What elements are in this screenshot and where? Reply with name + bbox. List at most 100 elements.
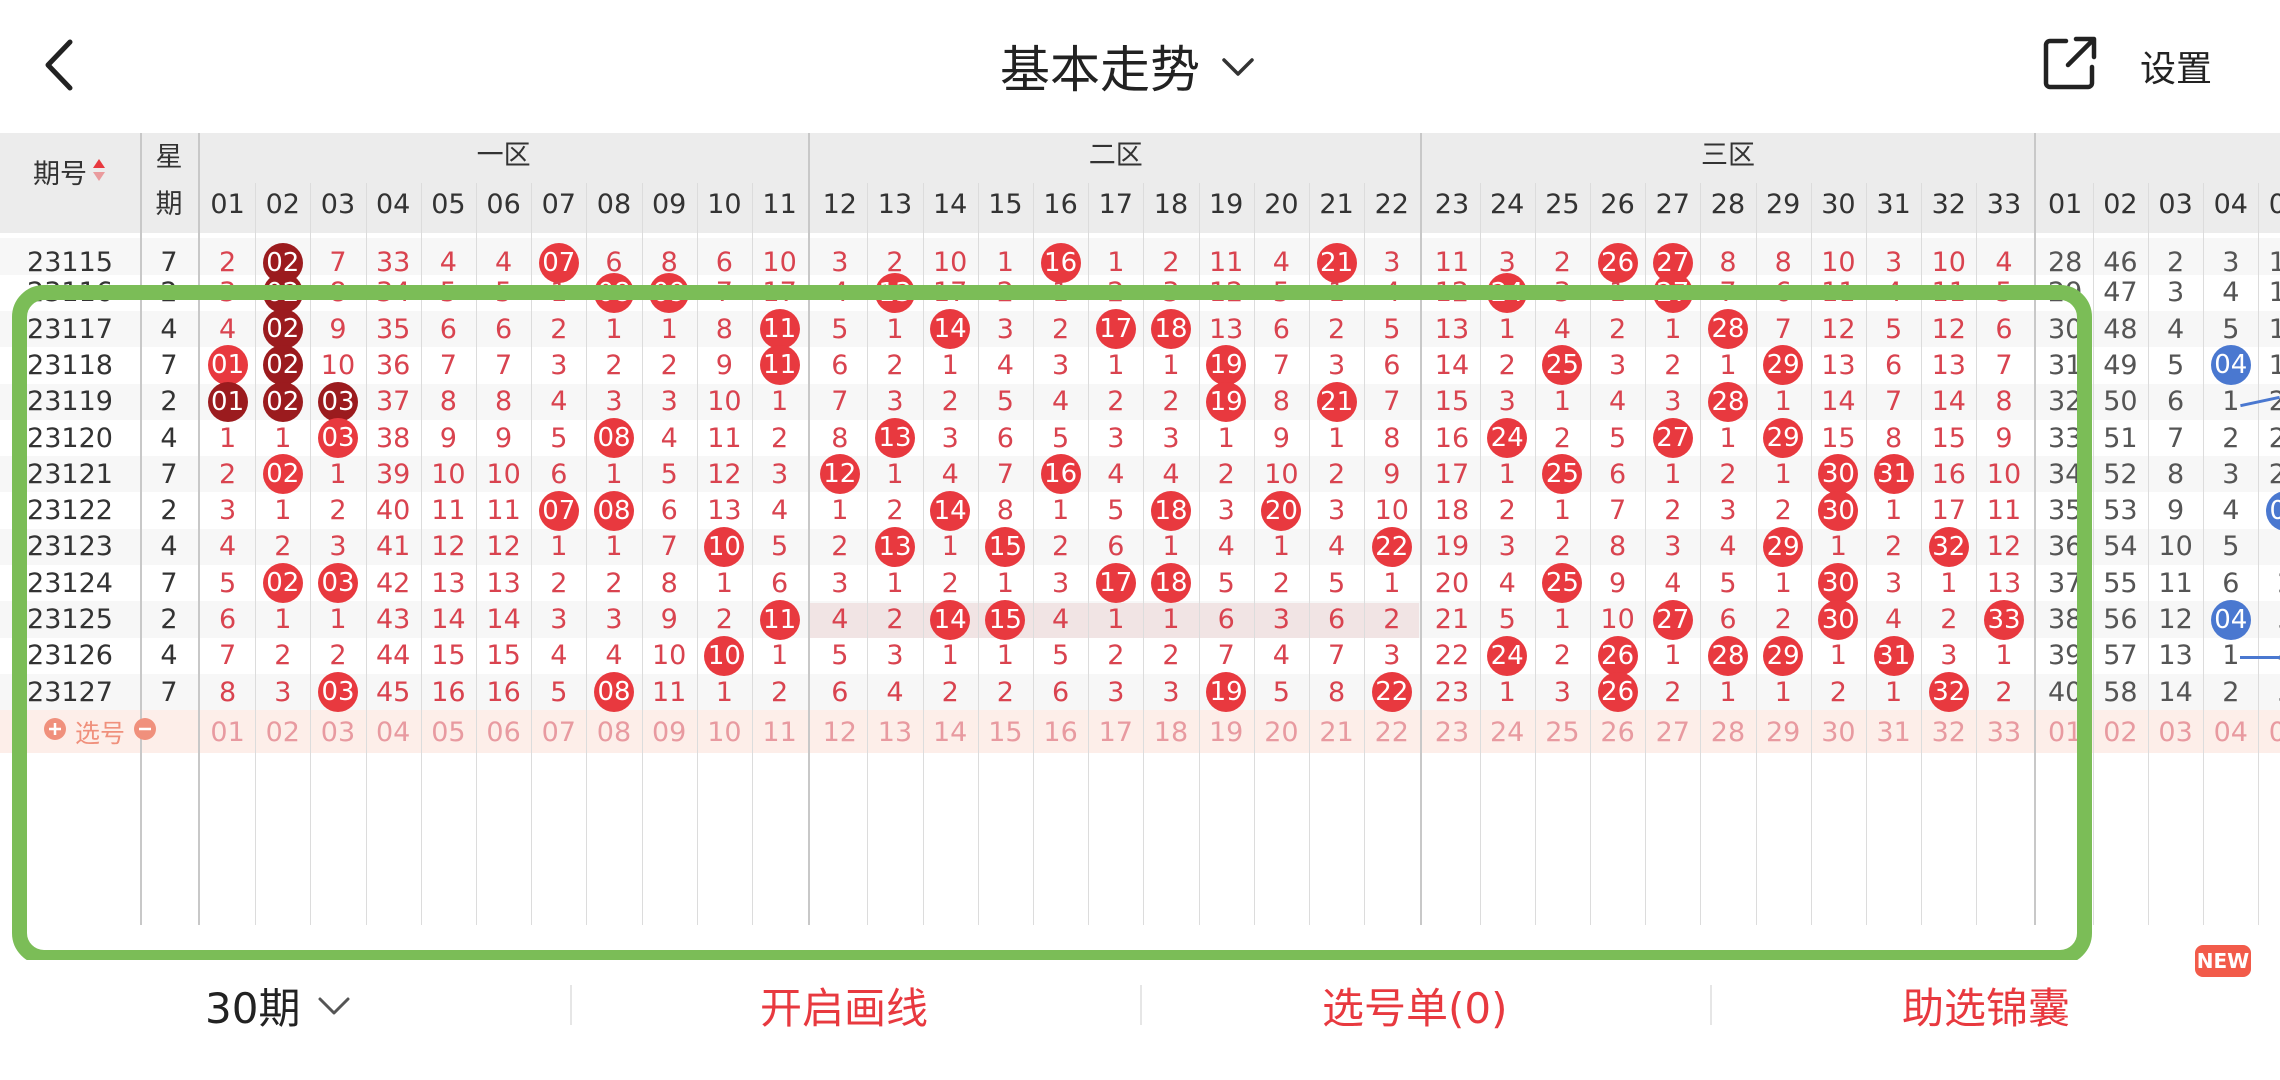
trend-cell: 55 (2103, 567, 2138, 599)
chevron-down-icon (318, 997, 350, 1015)
column-header: 10 (707, 189, 742, 220)
period-selector[interactable]: 30期 (205, 975, 354, 1035)
trend-cell: 53 (2103, 495, 2138, 527)
trend-cell: 3 (2167, 277, 2185, 309)
trend-cell: 6 (2222, 567, 2240, 599)
trend-cell: 04 (2203, 345, 2258, 386)
trend-cell: 5 (2222, 313, 2240, 345)
drawn-number-ball: 05 (2265, 490, 2280, 531)
trend-cell: 49 (2103, 349, 2138, 381)
column-header: 03 (320, 189, 356, 220)
trend-cell: 6 (2167, 386, 2185, 418)
select-number-cell[interactable]: 04 (2203, 714, 2258, 750)
trend-cell: 12 (2158, 604, 2193, 636)
trend-cell: 56 (2103, 604, 2138, 636)
trend-cell: 4 (2167, 313, 2185, 345)
trend-cell: 17 (2268, 277, 2280, 309)
select-number-cell[interactable]: 05 (2258, 714, 2280, 750)
trend-cell: 4 (2222, 277, 2240, 309)
column-header: 03 (2158, 189, 2193, 220)
chart-type-selector[interactable]: 基本走势 (1000, 28, 1258, 103)
select-number-cell[interactable]: 03 (2148, 714, 2203, 750)
trend-cell: 57 (2103, 640, 2138, 672)
draw-line-button[interactable]: 开启画线 (760, 975, 928, 1035)
weekday-header: 期 (155, 189, 183, 220)
column-header: 30 (1821, 189, 1856, 220)
column-header: 21 (1319, 189, 1354, 220)
column-header: 04 (2213, 189, 2248, 220)
column-header: 11 (762, 189, 797, 220)
column-header: 13 (877, 189, 913, 220)
trend-cell: 48 (2103, 313, 2138, 345)
highlight-frame (12, 285, 2092, 965)
trend-cell: 5 (2167, 349, 2185, 381)
trend-cell: 19 (2268, 349, 2280, 381)
grid-divider (2148, 183, 2149, 925)
column-header: 29 (1766, 189, 1801, 220)
column-header: 23 (1434, 189, 1470, 220)
trend-cell: 2 (2222, 676, 2240, 708)
issue-header[interactable]: 期号 (0, 155, 140, 195)
trend-cell: 51 (2103, 422, 2138, 454)
helper-button[interactable]: 助选锦囊 (1902, 975, 2070, 1035)
trend-cell: 3 (2222, 458, 2240, 490)
share-icon[interactable] (2040, 33, 2100, 93)
column-header: 32 (1931, 189, 1966, 220)
trend-cell: 11 (2158, 567, 2193, 599)
trend-cell: 10 (2158, 531, 2193, 563)
page-title: 基本走势 (1000, 40, 1200, 99)
zone-label: 一区 (476, 140, 531, 171)
column-header: 08 (596, 189, 632, 220)
trend-cell: 54 (2103, 531, 2138, 563)
trend-cell: 3 (2258, 601, 2280, 637)
grid-divider (2092, 183, 2094, 925)
column-header: 20 (1264, 189, 1299, 220)
weekday-header: 星 (155, 142, 183, 173)
settings-button[interactable]: 设置 (2140, 40, 2212, 92)
column-header: 04 (376, 189, 411, 220)
column-header: 16 (1043, 189, 1078, 220)
toolbar-divider (570, 985, 572, 1025)
column-header: 07 (541, 189, 576, 220)
column-header: 26 (1600, 189, 1635, 220)
trend-cell: 14 (2158, 676, 2193, 708)
column-header: 01 (2048, 189, 2083, 220)
column-header: 18 (1153, 189, 1189, 220)
trend-cell: 50 (2103, 386, 2138, 418)
chevron-down-icon (1222, 57, 1254, 76)
column-header: 01 (210, 189, 245, 220)
column-header: 24 (1490, 189, 1525, 220)
trend-cell: 52 (2103, 458, 2138, 490)
trend-cell: 05 (2258, 490, 2280, 531)
column-header: 15 (988, 189, 1023, 220)
grid-divider (2203, 183, 2205, 925)
trend-cell: 2 (2258, 565, 2280, 601)
trend-cell: 2 (2222, 422, 2240, 454)
trend-line (2240, 655, 2280, 659)
back-arrow-icon[interactable] (30, 30, 90, 100)
drawn-number-ball: 04 (2210, 345, 2251, 386)
column-header: 19 (1209, 189, 1244, 220)
trend-cell: 7 (2167, 422, 2185, 454)
trend-cell: 5 (2222, 531, 2240, 563)
trend-cell: 22 (2268, 458, 2280, 490)
column-header: 14 (933, 189, 968, 220)
column-header: 25 (1545, 189, 1580, 220)
selection-list-button[interactable]: 选号单(0) (1322, 975, 1508, 1035)
column-header: 09 (652, 189, 687, 220)
trend-cell: 8 (2167, 458, 2185, 490)
issue-header-label: 期号 (33, 159, 87, 190)
column-header: 31 (1876, 189, 1911, 220)
column-header: 05 (2268, 189, 2280, 220)
column-header: 02 (2103, 189, 2138, 220)
trend-cell: 1 (2258, 529, 2280, 565)
drawn-number-ball: 04 (2210, 599, 2251, 640)
column-header: 22 (1374, 189, 1409, 220)
select-number-cell[interactable]: 02 (2093, 714, 2148, 750)
trend-cell: 21 (2268, 422, 2280, 454)
zone-label: 三区 (1700, 140, 1755, 171)
column-header: 28 (1710, 189, 1746, 220)
sort-icon (91, 158, 107, 191)
grid-divider (2258, 183, 2260, 925)
column-header: 33 (1986, 189, 2022, 220)
